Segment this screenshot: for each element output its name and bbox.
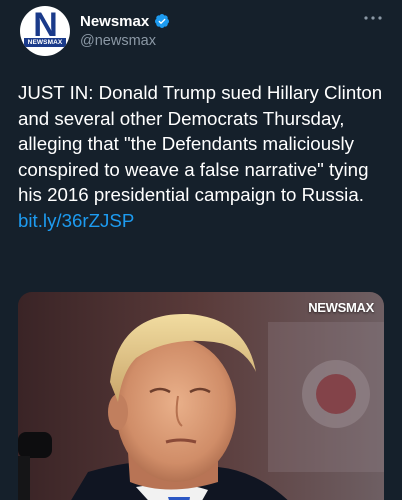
photo-watermark: NEWSMAX <box>308 300 374 315</box>
avatar-brand-text: NEWSMAX <box>24 38 66 47</box>
avatar-logo-letter: N <box>33 6 58 44</box>
tweet-text: JUST IN: Donald Trump sued Hillary Clint… <box>18 80 388 233</box>
tweet: N NEWSMAX Newsmax @newsmax JUST IN: Dona… <box>0 0 402 500</box>
avatar[interactable]: N NEWSMAX <box>20 6 70 56</box>
handle[interactable]: @newsmax <box>80 33 170 49</box>
more-options-icon[interactable] <box>362 12 384 26</box>
author-info: Newsmax @newsmax <box>80 10 170 49</box>
tweet-photo[interactable]: NEWSMAX <box>18 292 384 500</box>
display-name[interactable]: Newsmax <box>80 13 149 30</box>
verified-badge-icon <box>155 14 170 28</box>
tweet-header: N NEWSMAX Newsmax @newsmax <box>20 6 390 58</box>
tweet-body: JUST IN: Donald Trump sued Hillary Clint… <box>18 82 383 205</box>
photo-image <box>18 292 384 500</box>
tweet-link[interactable]: bit.ly/36rZJSP <box>18 210 134 231</box>
display-name-row: Newsmax <box>80 10 170 32</box>
